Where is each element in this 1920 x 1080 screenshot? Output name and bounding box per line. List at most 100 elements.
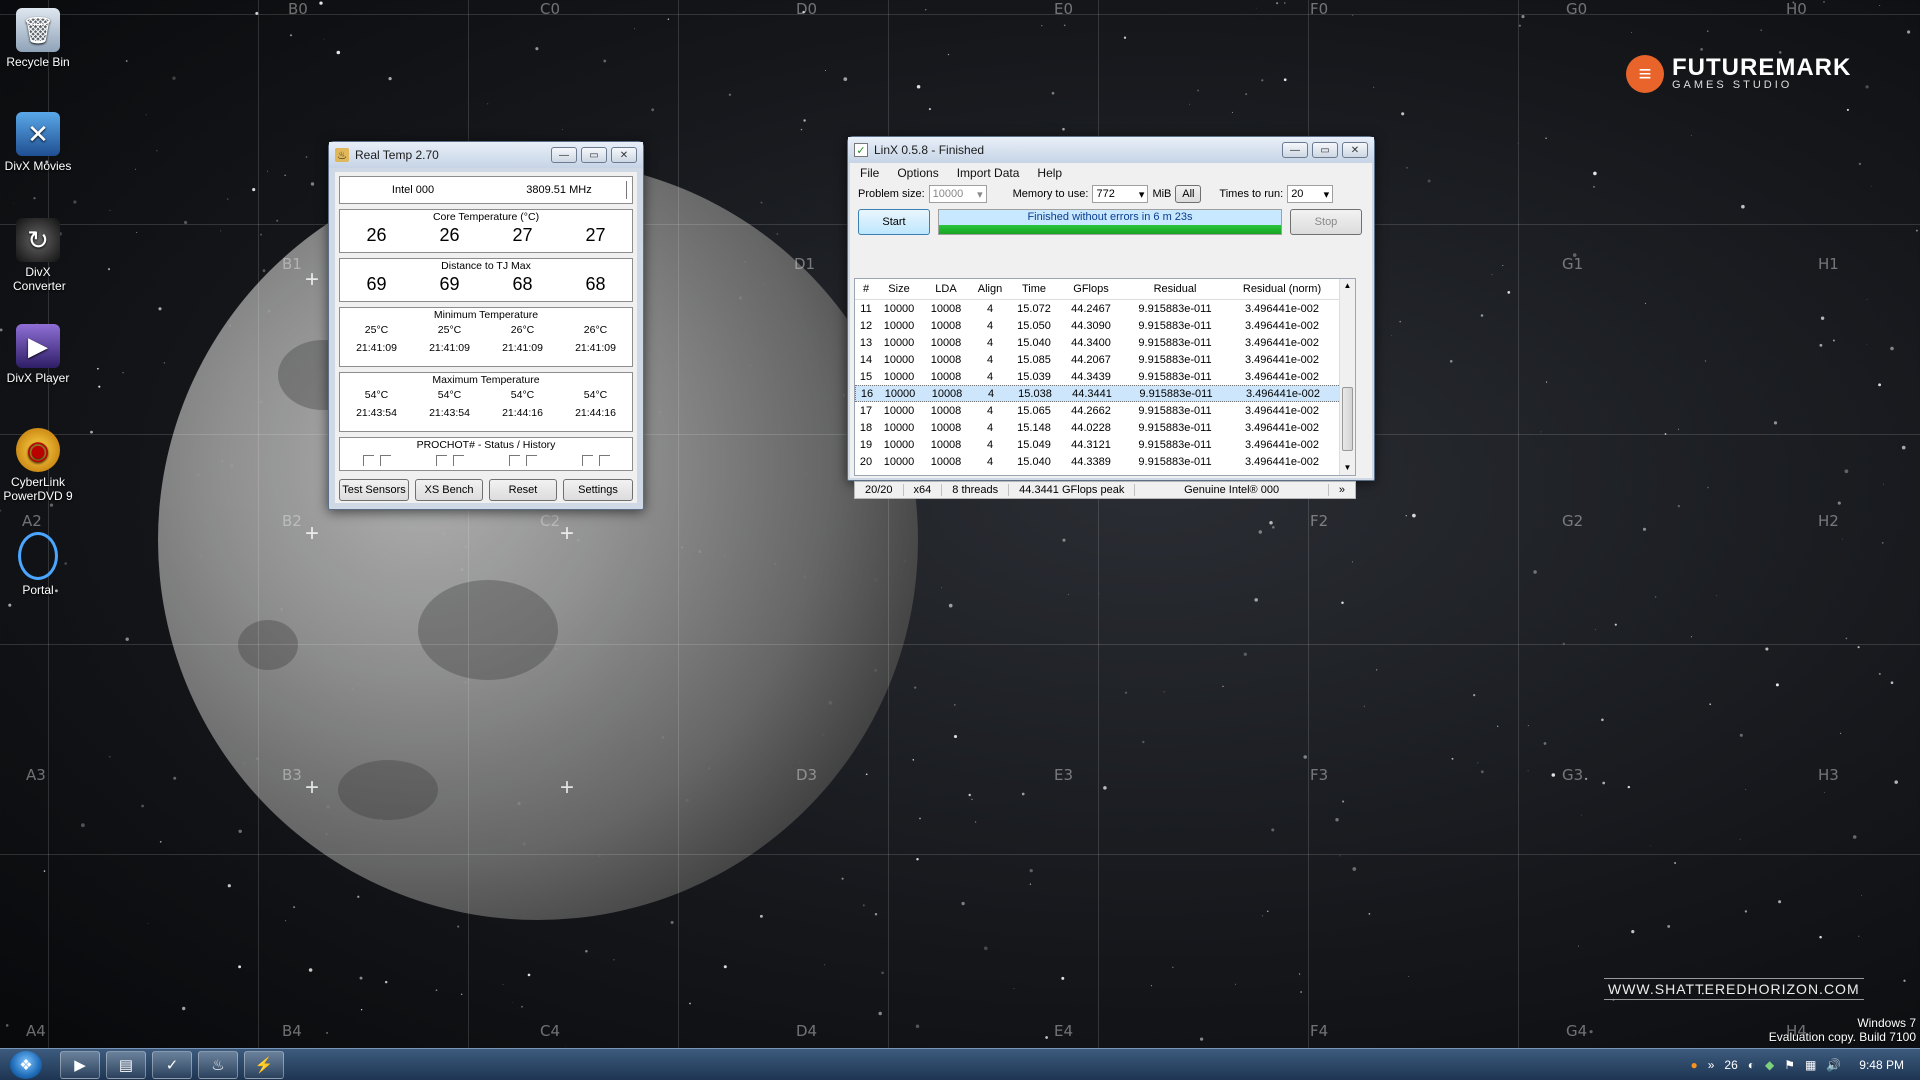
scroll-up-icon[interactable]: ▲ — [1340, 279, 1355, 293]
menu-bar: File Options Import Data Help — [850, 163, 1372, 183]
desktop-icon-divx-converter[interactable]: ↻ DivX Converter — [2, 218, 74, 293]
table-row[interactable]: 14 10000 10008 4 15.085 44.2067 9.915883e-011 3… — [855, 351, 1355, 368]
star — [1878, 672, 1881, 675]
col-header[interactable]: Size — [877, 283, 921, 295]
core-temp-1: 26 — [439, 225, 460, 245]
settings-button[interactable]: Settings — [563, 479, 633, 501]
table-scrollbar[interactable]: ▲ ▼ — [1339, 279, 1355, 475]
star — [1819, 935, 1822, 939]
table-cell: 10000 — [883, 404, 915, 417]
maximize-button[interactable]: ▭ — [581, 147, 607, 163]
menu-options[interactable]: Options — [897, 166, 938, 180]
table-cell: 15.049 — [1017, 438, 1051, 451]
realtemp-titlebar[interactable]: ♨ Real Temp 2.70 — ▭ ✕ — [329, 142, 643, 168]
grid-line — [678, 0, 679, 1048]
table-row[interactable]: 19 10000 10008 4 15.049 44.3121 9.915883e-011 3… — [855, 436, 1355, 453]
network-icon[interactable]: ▦ — [1805, 1058, 1816, 1072]
start-button[interactable]: ❖ — [10, 1051, 42, 1079]
status-more[interactable]: » — [1329, 484, 1355, 496]
menu-help[interactable]: Help — [1037, 166, 1062, 180]
test-sensors-button[interactable]: Test Sensors — [339, 479, 409, 501]
desktop-icon-powerdvd[interactable]: ◉ CyberLink PowerDVD 9 — [2, 428, 74, 503]
minimize-button[interactable]: — — [1282, 142, 1308, 158]
close-button[interactable]: ✕ — [611, 147, 637, 163]
star — [776, 232, 779, 235]
cpu-frequency: 3809.51 MHz — [526, 184, 592, 196]
steam-tray-icon[interactable]: ◐ — [1748, 1058, 1755, 1072]
times-combo[interactable]: 20 ▾ — [1287, 185, 1334, 203]
col-header[interactable]: LDA — [921, 283, 971, 295]
reset-button[interactable]: Reset — [489, 479, 557, 501]
menu-file[interactable]: File — [860, 166, 879, 180]
star — [81, 823, 85, 828]
show-hidden-icons[interactable]: » — [1708, 1058, 1715, 1072]
security-tray-icon[interactable]: ◆ — [1765, 1058, 1774, 1072]
minimize-button[interactable]: — — [551, 147, 577, 163]
desktop-icon-portal[interactable]: Portal — [2, 532, 74, 597]
star — [1765, 647, 1769, 651]
star — [1352, 867, 1357, 871]
firefox-tray-icon[interactable]: ● — [1690, 1058, 1697, 1072]
table-row[interactable]: 11 10000 10008 4 15.072 44.2467 9.915883e-011 3… — [855, 300, 1355, 317]
star — [1021, 792, 1025, 796]
desktop-icon-label: DivX Converter — [13, 265, 66, 293]
col-header[interactable]: Time — [1009, 283, 1059, 295]
action-center-flag-icon[interactable]: ⚑ — [1784, 1058, 1795, 1072]
star — [1593, 186, 1595, 188]
table-row[interactable]: 18 10000 10008 4 15.148 44.0228 9.915883e-011 3… — [855, 419, 1355, 436]
table-cell: 10008 — [930, 302, 962, 315]
all-button[interactable]: All — [1175, 185, 1202, 203]
table-row[interactable]: 16 10000 10008 4 15.038 44.3441 9.915883e-011 3… — [855, 385, 1355, 402]
star — [141, 804, 144, 808]
taskbar-explorer[interactable]: ▤ — [106, 1051, 146, 1079]
desktop-icon-divx-player[interactable]: ▶ DivX Player — [2, 324, 74, 385]
status-runs: 20/20 — [855, 484, 904, 496]
problem-size-combo[interactable]: 10000 ▾ — [928, 185, 987, 203]
star — [1521, 15, 1525, 19]
star — [562, 129, 563, 131]
star — [634, 28, 636, 30]
desktop-icon-divx-movies[interactable]: ✕ DivX Movies — [2, 112, 74, 173]
col-header[interactable]: Residual (norm) — [1227, 283, 1337, 295]
tray-temperature[interactable]: 26 — [1724, 1058, 1737, 1072]
star — [1261, 79, 1264, 82]
desktop-icon-recycle-bin[interactable]: 🗑 Recycle Bin — [2, 8, 74, 69]
realtemp-window: ♨ Real Temp 2.70 — ▭ ✕ Intel 000 3809.51… — [328, 141, 644, 510]
table-row[interactable]: 12 10000 10008 4 15.050 44.3090 9.915883e-011 3… — [855, 317, 1355, 334]
star — [1062, 538, 1066, 542]
stop-button[interactable]: Stop — [1290, 209, 1362, 235]
table-cell: 3.496441e-002 — [1244, 319, 1319, 332]
table-row[interactable]: 15 10000 10008 4 15.039 44.3439 9.915883e-011 3… — [855, 368, 1355, 385]
linx-titlebar[interactable]: ✓ LinX 0.5.8 - Finished — ▭ ✕ — [848, 137, 1374, 163]
close-button[interactable]: ✕ — [1342, 142, 1368, 158]
scroll-thumb[interactable] — [1342, 387, 1353, 451]
start-button[interactable]: Start — [858, 209, 930, 235]
col-header[interactable]: Residual — [1123, 283, 1227, 295]
portal-icon — [18, 532, 58, 580]
table-row[interactable]: 13 10000 10008 4 15.040 44.3400 9.915883e-011 3… — [855, 334, 1355, 351]
star — [881, 971, 884, 975]
taskbar-realtemp[interactable]: ♨ — [198, 1051, 238, 1079]
star — [98, 385, 101, 388]
col-header[interactable]: GFlops — [1059, 283, 1123, 295]
volume-icon[interactable]: 🔊 — [1826, 1058, 1841, 1072]
xs-bench-button[interactable]: XS Bench — [415, 479, 483, 501]
taskbar-media-player[interactable]: ▶ — [60, 1051, 100, 1079]
table-cell: 19 — [859, 438, 873, 451]
table-cell: 44.2467 — [1071, 302, 1111, 315]
clock[interactable]: 9:48 PM — [1859, 1058, 1904, 1072]
star — [971, 798, 973, 801]
menu-import-data[interactable]: Import Data — [957, 166, 1020, 180]
star — [1593, 171, 1597, 176]
col-header[interactable]: # — [855, 283, 877, 295]
table-row[interactable]: 20 10000 10008 4 15.040 44.3389 9.915883e-011 3… — [855, 453, 1355, 470]
table-row[interactable]: 17 10000 10008 4 15.065 44.2662 9.915883e-011 3… — [855, 402, 1355, 419]
taskbar-app[interactable]: ⚡ — [244, 1051, 284, 1079]
maximize-button[interactable]: ▭ — [1312, 142, 1338, 158]
scroll-down-icon[interactable]: ▼ — [1340, 461, 1355, 475]
memory-combo[interactable]: 772 ▾ — [1092, 185, 1149, 203]
min-time-1: 21:41:09 — [429, 342, 470, 354]
taskbar-linx[interactable]: ✓ — [152, 1051, 192, 1079]
col-header[interactable]: Align — [971, 283, 1009, 295]
star — [728, 93, 732, 96]
